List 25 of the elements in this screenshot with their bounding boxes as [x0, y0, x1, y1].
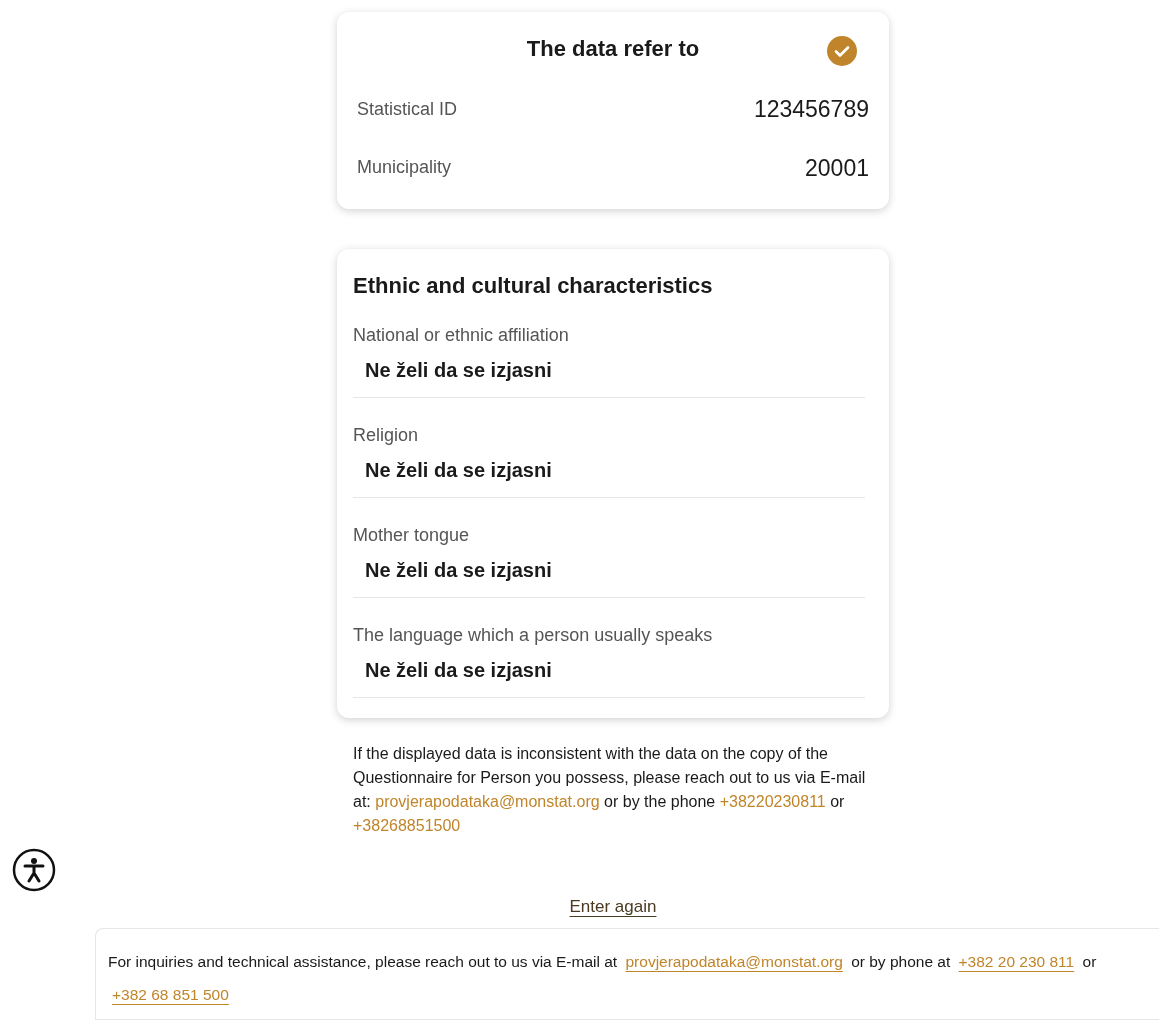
- phone-link[interactable]: +382 68 851 500: [112, 985, 229, 1003]
- field-value: Ne želi da se izjasni: [365, 558, 553, 583]
- email-link[interactable]: provjerapodataka@monstat.org: [625, 952, 843, 970]
- field-value: Ne želi da se izjasni: [365, 658, 553, 683]
- field-label: Religion: [353, 424, 420, 447]
- row-value: 20001: [805, 153, 869, 183]
- email-link[interactable]: provjerapodataka@monstat.org: [375, 793, 600, 810]
- phone-link[interactable]: +38268851500: [353, 817, 461, 834]
- row-value: 123456789: [753, 95, 869, 124]
- row-label: Statistical ID: [357, 97, 458, 121]
- field-label: The language which a person usually speaks: [353, 624, 714, 647]
- check-icon: [827, 36, 857, 66]
- row-label: Municipality: [357, 156, 452, 180]
- contact-note: If the displayed data is inconsistent with the data on the copy of the Questionnaire for Person you possess, please reach out to us via E-mail at: provjerapodataka@monstat.org or by the phone +38220230811 or +38268851500: [353, 744, 867, 836]
- footer-text: For inquiries and technical assistance, please reach out to us via E-mail at provjerapodataka@monstat.org or by phone at +382 20 230 811 or +382 68 851 500: [108, 951, 1098, 1005]
- field-value: Ne želi da se izjasni: [365, 458, 553, 483]
- field-label: Mother tongue: [353, 524, 471, 547]
- field-value: Ne želi da se izjasni: [365, 358, 553, 383]
- enter-again-link[interactable]: Enter again: [569, 894, 657, 920]
- phone-link[interactable]: +382 20 230 811: [958, 952, 1075, 970]
- field-label: National or ethnic affiliation: [353, 324, 570, 347]
- phone-link[interactable]: +38220230811: [719, 793, 826, 810]
- accessibility-icon[interactable]: [12, 848, 56, 892]
- card-title: Ethnic and cultural characteristics: [353, 272, 714, 300]
- card-title: The data refer to: [526, 34, 700, 63]
